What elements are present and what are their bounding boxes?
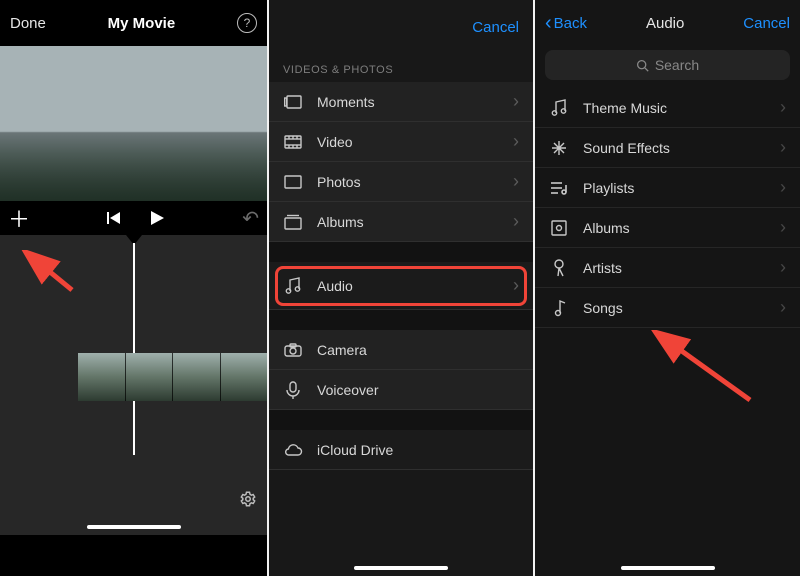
row-camera[interactable]: Camera [269, 330, 533, 370]
row-artists[interactable]: Artists › [535, 248, 800, 288]
row-label: iCloud Drive [317, 442, 519, 458]
chevron-right-icon: › [513, 171, 519, 192]
row-audio[interactable]: Audio › [269, 262, 533, 310]
play-icon[interactable] [149, 210, 165, 226]
video-icon [283, 132, 303, 152]
chevron-right-icon: › [780, 177, 786, 198]
row-albums[interactable]: Albums › [269, 202, 533, 242]
photos-icon [283, 172, 303, 192]
search-icon [636, 59, 649, 72]
cancel-button[interactable]: Cancel [743, 15, 790, 32]
player-controls: ＋ ↶ [0, 201, 267, 235]
audio-topbar: ‹ Back Audio Cancel [535, 0, 800, 46]
chevron-right-icon: › [780, 257, 786, 278]
row-photos[interactable]: Photos › [269, 162, 533, 202]
chevron-right-icon: › [780, 137, 786, 158]
clip[interactable] [172, 353, 220, 401]
chevron-right-icon: › [780, 297, 786, 318]
albums-icon [283, 212, 303, 232]
moments-icon [283, 92, 303, 112]
chevron-right-icon: › [780, 97, 786, 118]
chevron-right-icon: › [513, 211, 519, 232]
chevron-left-icon: ‹ [545, 12, 552, 35]
search-placeholder: Search [655, 57, 699, 73]
song-note-icon [549, 298, 569, 318]
row-voiceover[interactable]: Voiceover [269, 370, 533, 410]
playlist-icon [549, 178, 569, 198]
audio-library-panel: ‹ Back Audio Cancel Search Theme Music ›… [533, 0, 800, 576]
search-input[interactable]: Search [545, 50, 790, 80]
home-indicator [354, 566, 448, 570]
screen-title: Audio [646, 15, 684, 32]
row-label: Camera [317, 342, 519, 358]
annotation-arrow-icon [650, 330, 760, 410]
clip[interactable] [125, 353, 173, 401]
row-label: Theme Music [583, 100, 780, 116]
audio-row-highlighted: Audio › [269, 262, 533, 310]
music-note-icon [549, 98, 569, 118]
row-label: Video [317, 134, 513, 150]
row-label: Albums [583, 220, 780, 236]
timeline-clips[interactable] [78, 353, 267, 401]
row-label: Photos [317, 174, 513, 190]
row-label: Moments [317, 94, 513, 110]
row-sound-effects[interactable]: Sound Effects › [535, 128, 800, 168]
row-label: Playlists [583, 180, 780, 196]
home-indicator [87, 525, 181, 529]
row-playlists[interactable]: Playlists › [535, 168, 800, 208]
playhead-line [133, 243, 135, 455]
sparkle-icon [549, 138, 569, 158]
cloud-icon [283, 440, 303, 460]
help-icon[interactable]: ? [237, 13, 257, 33]
project-title: My Movie [108, 15, 176, 32]
row-icloud-drive[interactable]: iCloud Drive [269, 430, 533, 470]
chevron-right-icon: › [513, 275, 519, 296]
music-note-icon [283, 276, 303, 296]
editor-panel: Done My Movie ? ＋ ↶ [0, 0, 267, 576]
plus-icon[interactable]: ＋ [8, 202, 30, 234]
row-albums[interactable]: Albums › [535, 208, 800, 248]
videos-photos-list: Moments › Video › Photos › Albums › [269, 82, 533, 242]
back-label: Back [554, 15, 587, 32]
media-picker-topbar: Cancel [269, 0, 533, 54]
row-label: Artists [583, 260, 780, 276]
section-header: VIDEOS & PHOTOS [269, 54, 533, 82]
gear-icon[interactable] [239, 495, 257, 512]
clip[interactable] [220, 353, 268, 401]
audio-categories-list: Theme Music › Sound Effects › Playlists … [535, 88, 800, 328]
row-theme-music[interactable]: Theme Music › [535, 88, 800, 128]
back-button[interactable]: ‹ Back [545, 12, 587, 35]
timeline[interactable] [0, 235, 267, 535]
prev-icon[interactable] [107, 211, 121, 225]
row-label: Songs [583, 300, 780, 316]
row-label: Sound Effects [583, 140, 780, 156]
row-label: Voiceover [317, 382, 519, 398]
album-icon [549, 218, 569, 238]
microphone-icon [549, 258, 569, 278]
microphone-icon [283, 380, 303, 400]
camera-icon [283, 340, 303, 360]
row-moments[interactable]: Moments › [269, 82, 533, 122]
chevron-right-icon: › [513, 131, 519, 152]
cancel-button[interactable]: Cancel [472, 19, 519, 36]
undo-icon[interactable]: ↶ [242, 206, 259, 231]
chevron-right-icon: › [780, 217, 786, 238]
row-label: Albums [317, 214, 513, 230]
done-button[interactable]: Done [10, 15, 46, 32]
clip[interactable] [78, 353, 125, 401]
row-label: Audio [317, 278, 513, 294]
editor-topbar: Done My Movie ? [0, 0, 267, 46]
chevron-right-icon: › [513, 91, 519, 112]
home-indicator [621, 566, 715, 570]
row-songs[interactable]: Songs › [535, 288, 800, 328]
video-preview[interactable] [0, 46, 267, 201]
media-picker-panel: Cancel VIDEOS & PHOTOS Moments › Video ›… [267, 0, 533, 576]
row-video[interactable]: Video › [269, 122, 533, 162]
